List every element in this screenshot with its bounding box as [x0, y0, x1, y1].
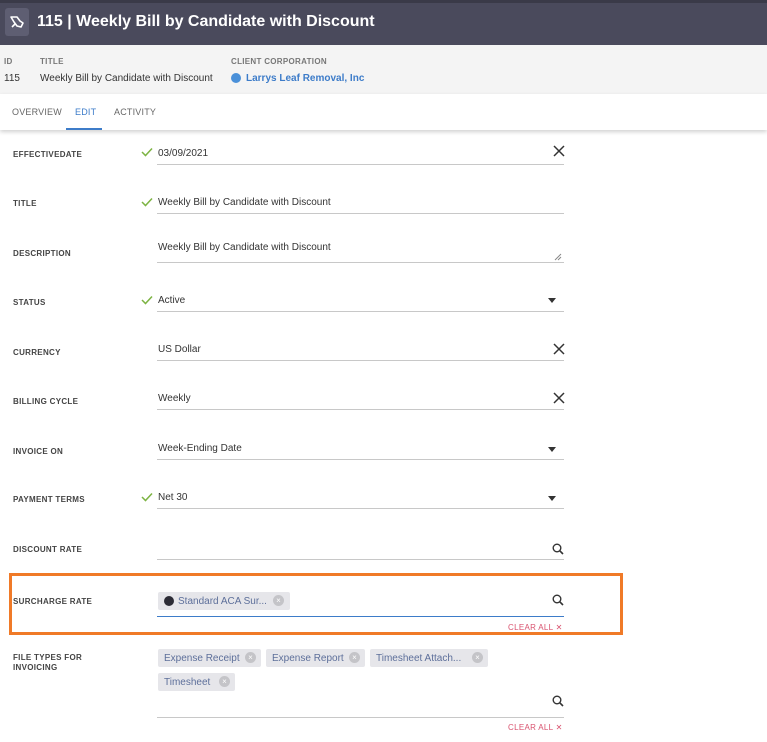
hand-bill-icon[interactable]	[5, 8, 29, 36]
file-type-chip[interactable]: Timesheet Attach... ×	[370, 649, 488, 667]
resize-handle-icon[interactable]	[553, 252, 562, 261]
file-type-chip[interactable]: Timesheet ×	[158, 673, 235, 691]
tab-edit[interactable]: EDIT	[75, 107, 96, 117]
search-icon[interactable]	[552, 543, 564, 555]
payment-terms-select[interactable]: Net 30	[158, 492, 187, 503]
remove-chip-icon[interactable]: ×	[245, 652, 256, 663]
currency-input[interactable]: US Dollar	[158, 344, 201, 355]
file-types-label: FILE TYPES FOR INVOICING	[13, 653, 82, 673]
tab-bar: OVERVIEW EDIT ACTIVITY	[0, 94, 767, 130]
remove-chip-icon[interactable]: ×	[273, 595, 284, 606]
active-tab-indicator	[66, 128, 102, 130]
file-type-chip-label: Timesheet	[164, 676, 211, 688]
record-header: 115 | Weekly Bill by Candidate with Disc…	[0, 0, 767, 45]
file-types-underline	[157, 717, 564, 718]
search-icon[interactable]	[552, 695, 564, 707]
check-icon	[141, 492, 153, 502]
check-icon	[141, 295, 153, 305]
check-icon	[141, 147, 153, 157]
surcharge-clear-all-button[interactable]: CLEAR ALL ✕	[508, 623, 563, 632]
remove-chip-icon[interactable]: ×	[219, 676, 230, 687]
tab-overview[interactable]: OVERVIEW	[12, 107, 62, 117]
title-field-label: TITLE	[13, 199, 37, 208]
tab-activity[interactable]: ACTIVITY	[114, 107, 156, 117]
remove-chip-icon[interactable]: ×	[472, 652, 483, 663]
payment-terms-label: PAYMENT TERMS	[13, 495, 85, 504]
description-textarea[interactable]: Weekly Bill by Candidate with Discount	[158, 242, 331, 253]
close-icon: ✕	[555, 723, 563, 732]
title-value: Weekly Bill by Candidate with Discount	[40, 73, 213, 84]
invoice-on-underline	[157, 459, 564, 460]
id-label: ID	[4, 57, 13, 66]
description-underline	[157, 262, 564, 263]
file-types-label-line2: INVOICING	[13, 663, 58, 672]
title-label: TITLE	[40, 57, 64, 66]
client-link[interactable]: Larrys Leaf Removal, Inc	[246, 73, 364, 84]
currency-label: CURRENCY	[13, 348, 61, 357]
effective-date-label: EFFECTIVEDATE	[13, 150, 83, 159]
description-label: DESCRIPTION	[13, 249, 71, 258]
discount-rate-underline	[157, 559, 564, 560]
header-top-border	[0, 0, 767, 3]
id-value: 115	[4, 73, 20, 84]
client-status-icon	[231, 73, 241, 83]
file-type-chip-label: Expense Receipt	[164, 652, 240, 664]
billing-cycle-label: BILLING CYCLE	[13, 397, 79, 406]
status-underline	[157, 311, 564, 312]
file-types-clear-all-button[interactable]: CLEAR ALL ✕	[508, 723, 563, 732]
search-icon[interactable]	[552, 594, 564, 606]
file-type-chip[interactable]: Expense Report ×	[266, 649, 365, 667]
clear-all-label: CLEAR ALL	[508, 623, 554, 632]
file-types-label-line1: FILE TYPES FOR	[13, 653, 83, 662]
client-label: CLIENT CORPORATION	[231, 57, 327, 66]
clear-icon[interactable]	[553, 343, 565, 355]
file-type-chip[interactable]: Expense Receipt ×	[158, 649, 261, 667]
title-input[interactable]: Weekly Bill by Candidate with Discount	[158, 197, 331, 208]
clear-icon[interactable]	[553, 392, 565, 404]
status-dot-icon	[164, 596, 174, 606]
remove-chip-icon[interactable]: ×	[349, 652, 360, 663]
surcharge-chip[interactable]: Standard ACA Sur... ×	[158, 592, 290, 610]
invoice-on-select[interactable]: Week-Ending Date	[158, 443, 242, 454]
title-underline	[157, 213, 564, 214]
discount-rate-label: DISCOUNT RATE	[13, 545, 83, 554]
currency-underline	[157, 360, 564, 361]
effective-date-underline	[157, 164, 564, 165]
check-icon	[141, 197, 153, 207]
file-type-chip-label: Timesheet Attach...	[376, 652, 462, 664]
surcharge-chip-label: Standard ACA Sur...	[178, 595, 267, 607]
file-type-chip-label: Expense Report	[272, 652, 344, 664]
close-icon: ✕	[555, 623, 563, 632]
surcharge-rate-label: SURCHARGE RATE	[13, 597, 93, 606]
clear-all-label: CLEAR ALL	[508, 723, 554, 732]
payment-terms-underline	[157, 508, 564, 509]
dropdown-arrow-icon[interactable]	[548, 447, 556, 452]
billing-cycle-underline	[157, 409, 564, 410]
dropdown-arrow-icon[interactable]	[548, 496, 556, 501]
surcharge-rate-underline	[157, 616, 564, 617]
record-meta: ID 115 TITLE Weekly Bill by Candidate wi…	[0, 45, 767, 94]
status-label: STATUS	[13, 298, 46, 307]
dropdown-arrow-icon[interactable]	[548, 298, 556, 303]
page-title: 115 | Weekly Bill by Candidate with Disc…	[37, 13, 375, 30]
effective-date-input[interactable]: 03/09/2021	[158, 148, 208, 159]
status-select[interactable]: Active	[158, 295, 185, 306]
invoice-on-label: INVOICE ON	[13, 447, 64, 456]
billing-cycle-input[interactable]: Weekly	[158, 393, 191, 404]
clear-icon[interactable]	[553, 145, 565, 157]
